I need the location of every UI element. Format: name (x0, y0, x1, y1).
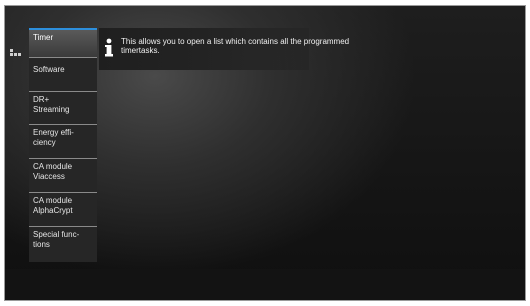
menu-item-label-2: Viaccess (33, 171, 65, 181)
info-icon (105, 38, 113, 57)
menu-item-label-2: AlphaCrypt (33, 205, 73, 215)
menu-item-energy-efficiency[interactable]: Energy effi- ciency (29, 125, 97, 159)
tv-screen: Timer Software DR+ Streaming Energy effi… (4, 5, 526, 301)
menu-item-label: Timer (33, 33, 54, 42)
menu-item-ca-module-viaccess[interactable]: CA module Viaccess (29, 159, 97, 193)
menu-item-ca-module-alphacrypt[interactable]: CA module AlphaCrypt (29, 193, 97, 227)
menu-item-label: Software (33, 65, 65, 74)
menu-item-timer[interactable]: Timer (29, 28, 97, 58)
info-description: This allows you to open a list which con… (121, 37, 401, 55)
menu-item-label-2: Streaming (33, 104, 70, 114)
menu-item-label: Special func- (33, 230, 80, 239)
menu-item-software[interactable]: Software (29, 58, 97, 92)
menu-item-label: Energy effi- (33, 128, 74, 137)
menu-item-label: CA module (33, 196, 73, 205)
tree-menu-icon (8, 38, 22, 66)
bottom-bar (5, 269, 525, 300)
info-panel: This allows you to open a list which con… (99, 28, 349, 70)
info-text-line1: This allows you to open a list which con… (121, 37, 350, 46)
menu-item-label-2: tions (33, 239, 50, 249)
menu-item-label: CA module (33, 162, 73, 171)
menu-item-label: DR+ (33, 95, 50, 104)
menu-item-special-functions[interactable]: Special func- tions (29, 227, 97, 262)
settings-menu: Timer Software DR+ Streaming Energy effi… (29, 28, 97, 262)
menu-item-dr-streaming[interactable]: DR+ Streaming (29, 92, 97, 125)
info-text-line2: timertasks. (121, 46, 160, 55)
menu-item-label-2: ciency (33, 137, 56, 147)
